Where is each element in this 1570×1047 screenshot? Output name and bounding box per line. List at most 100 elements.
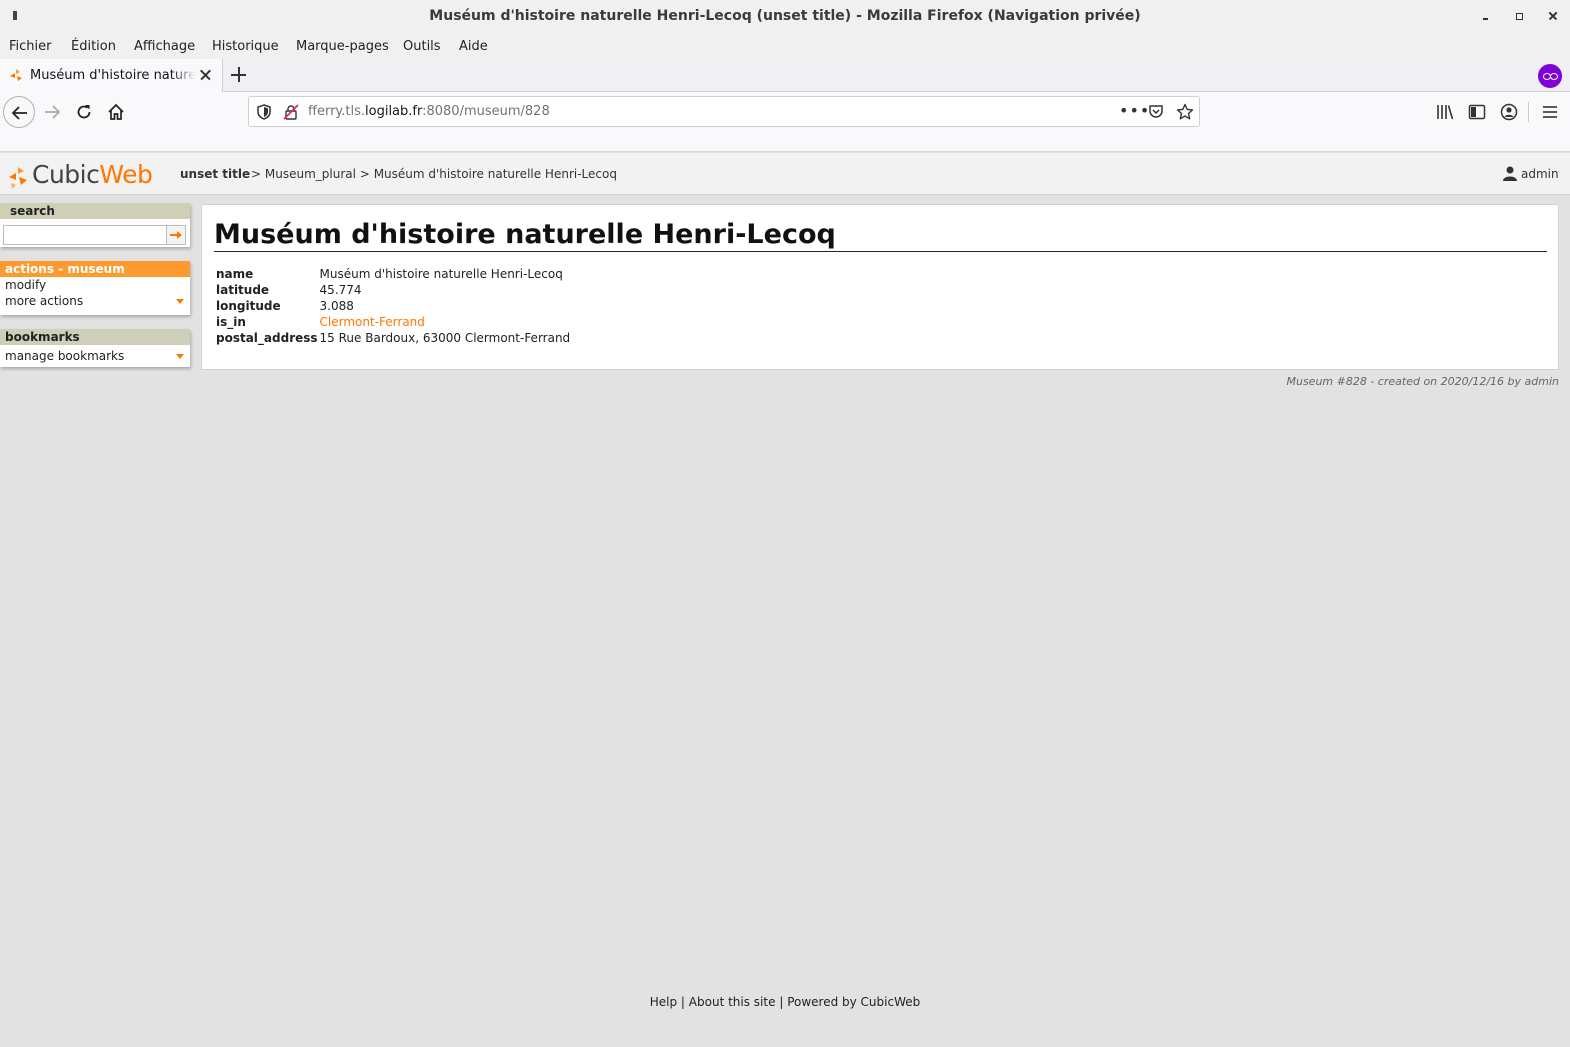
attribute-value: 3.088 <box>319 299 354 313</box>
maximize-icon[interactable] <box>1511 8 1527 24</box>
footer-separator: | <box>680 995 685 1009</box>
tab-strip: Muséum d'histoire naturelle Henri-Lecoq … <box>0 59 1570 92</box>
breadcrumb-current: Muséum d'histoire naturelle Henri-Lecoq <box>373 167 617 181</box>
reload-icon <box>77 105 91 119</box>
back-arrow-icon <box>11 106 27 120</box>
logo-text-cubic: Cubic <box>32 160 100 189</box>
attribute-key: longitude <box>216 299 281 313</box>
toolbar-separator <box>1528 102 1529 122</box>
username: admin <box>1521 167 1559 181</box>
breadcrumb: > Museum_plural > Muséum d'histoire natu… <box>251 167 617 181</box>
attribute-key: latitude <box>216 283 270 297</box>
back-button[interactable] <box>3 96 35 128</box>
is-in-link[interactable]: Clermont-Ferrand <box>320 315 425 329</box>
breadcrumb-separator: > <box>251 167 262 181</box>
manage-bookmarks[interactable]: manage bookmarks <box>0 348 190 364</box>
account-icon[interactable] <box>1500 103 1518 121</box>
attribute-key: is_in <box>216 315 246 329</box>
breadcrumb-museum-plural[interactable]: Museum_plural <box>265 167 356 181</box>
caret-down-icon <box>176 354 184 359</box>
pocket-icon[interactable] <box>1148 104 1164 120</box>
logo-text-web: Web <box>99 160 153 189</box>
tab-label: Muséum d'histoire naturelle Henri-Lecoq … <box>30 68 196 83</box>
menu-affichage[interactable]: Affichage <box>134 39 195 54</box>
tab-close-icon[interactable] <box>199 68 213 82</box>
entity-panel: Muséum d'histoire naturelle Henri-Lecoq … <box>201 204 1559 370</box>
tab-museum[interactable]: Muséum d'histoire naturelle Henri-Lecoq … <box>0 59 223 92</box>
sidebar-toggle-icon[interactable] <box>1468 103 1486 121</box>
minimize-icon[interactable] <box>1477 8 1493 24</box>
footer-help-link[interactable]: Help <box>650 995 677 1009</box>
user-menu[interactable]: admin <box>1502 165 1559 181</box>
search-box-title: search <box>0 203 190 219</box>
address-bar[interactable]: fferry.tls.logilab.fr:8080/museum/828 ••… <box>248 96 1200 127</box>
manage-bookmarks-label: manage bookmarks <box>5 349 125 363</box>
attribute-value: Clermont-Ferrand <box>319 314 572 330</box>
logo-text: CubicWeb <box>32 160 153 189</box>
forward-button[interactable] <box>36 96 68 128</box>
attributes-table: name Muséum d'histoire naturelle Henri-L… <box>215 266 571 346</box>
tracking-shield-icon[interactable] <box>257 104 271 120</box>
attribute-row: postal_address 15 Rue Bardoux, 63000 Cle… <box>215 330 571 346</box>
menu-marque-pages[interactable]: Marque-pages <box>296 39 389 54</box>
attribute-row: latitude 45.774 <box>215 282 571 298</box>
close-window-icon[interactable] <box>1545 8 1561 24</box>
search-input[interactable] <box>3 225 167 245</box>
window-titlebar: Muséum d'histoire naturelle Henri-Lecoq … <box>0 0 1570 34</box>
breadcrumb-separator: > <box>359 167 370 181</box>
attribute-row: is_in Clermont-Ferrand <box>215 314 571 330</box>
menu-outils[interactable]: Outils <box>403 39 441 54</box>
actions-box-title: actions - museum <box>0 261 190 277</box>
page-footer: Help | About this site | Powered by Cubi… <box>0 995 1570 1009</box>
insecure-lock-icon[interactable] <box>283 104 299 120</box>
arrow-right-icon <box>170 231 182 239</box>
url-subdomain: fferry.tls. <box>308 104 366 119</box>
attribute-row: name Muséum d'histoire naturelle Henri-L… <box>215 266 571 282</box>
menu-historique[interactable]: Historique <box>212 39 279 54</box>
url-domain: logilab.fr <box>365 104 423 119</box>
page-header: CubicWeb unset title > Museum_plural > M… <box>0 153 1570 195</box>
page-title: Muséum d'histoire naturelle Henri-Lecoq <box>214 219 1547 252</box>
forward-arrow-icon <box>45 105 61 119</box>
attribute-key: postal_address <box>216 331 318 345</box>
menu-aide[interactable]: Aide <box>459 39 488 54</box>
bookmark-star-icon[interactable] <box>1176 103 1194 121</box>
footer-about-link[interactable]: About this site <box>689 995 776 1009</box>
reload-button[interactable] <box>68 96 100 128</box>
window-title: Muséum d'histoire naturelle Henri-Lecoq … <box>429 8 1141 24</box>
site-title-link[interactable]: unset title <box>180 167 250 181</box>
attribute-value: Muséum d'histoire naturelle Henri-Lecoq <box>319 267 563 281</box>
attribute-key: name <box>216 267 254 281</box>
action-modify[interactable]: modify <box>0 277 190 293</box>
attribute-value: 15 Rue Bardoux, 63000 Clermont-Ferrand <box>319 331 571 345</box>
footer-separator: | <box>779 995 784 1009</box>
url-path: :8080/museum/828 <box>422 104 550 119</box>
url-text[interactable]: fferry.tls.logilab.fr:8080/museum/828 <box>308 104 550 119</box>
attribute-value: 45.774 <box>319 283 362 297</box>
search-submit-button[interactable] <box>166 225 186 245</box>
more-actions-label: more actions <box>5 294 84 308</box>
menu-fichier[interactable]: Fichier <box>9 39 52 54</box>
caret-down-icon <box>176 299 184 304</box>
entity-metadata: Museum #828 - created on 2020/12/16 by a… <box>1286 375 1559 388</box>
user-icon <box>1503 166 1517 181</box>
bookmarks-box: bookmarks manage bookmarks <box>0 329 190 367</box>
footer-powered-link[interactable]: Powered by CubicWeb <box>787 995 920 1009</box>
bookmarks-box-title: bookmarks <box>0 329 190 345</box>
menubar: Fichier Édition Affichage Historique Mar… <box>0 34 1570 59</box>
hamburger-menu-icon[interactable] <box>1541 103 1559 121</box>
new-tab-icon[interactable] <box>230 66 248 84</box>
library-icon[interactable] <box>1436 103 1454 121</box>
menu-edition[interactable]: Édition <box>71 39 116 54</box>
navigation-toolbar: fferry.tls.logilab.fr:8080/museum/828 ••… <box>0 92 1570 152</box>
private-browsing-icon <box>1538 64 1562 88</box>
home-icon <box>108 103 124 120</box>
page-actions-icon[interactable]: ••• <box>1119 101 1150 120</box>
cubicweb-favicon-icon <box>10 69 22 81</box>
attribute-row: longitude 3.088 <box>215 298 571 314</box>
action-more-actions[interactable]: more actions <box>0 293 190 309</box>
home-button[interactable] <box>100 96 132 128</box>
cubicweb-logo[interactable]: CubicWeb <box>8 160 160 191</box>
actions-box: actions - museum modify more actions <box>0 261 190 315</box>
search-box: search <box>0 203 190 247</box>
